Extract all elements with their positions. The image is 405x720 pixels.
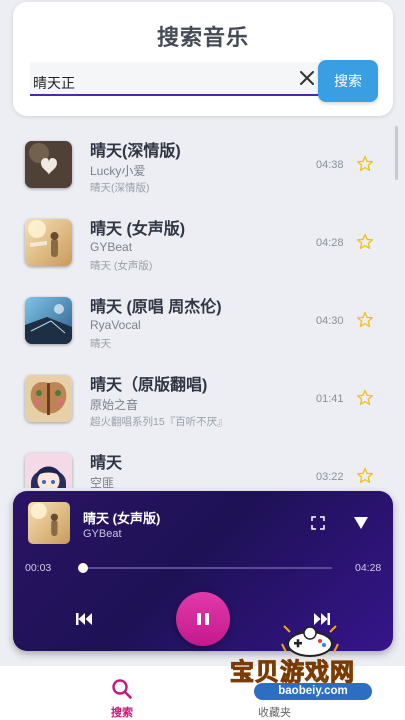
star-icon[interactable] [356, 233, 374, 251]
star-icon[interactable] [356, 467, 374, 485]
song-duration: 04:38 [316, 159, 344, 171]
song-title: 晴天 (原唱 周杰伦) [90, 299, 222, 316]
progress-thumb[interactable] [77, 563, 88, 573]
song-artist: 原始之音 [90, 398, 139, 412]
album-cover [25, 297, 72, 344]
progress-bar[interactable] [77, 563, 332, 573]
search-card: 搜索音乐 晴天正 搜索 [13, 2, 393, 116]
song-artist: 空匪 [90, 476, 115, 488]
pause-icon [197, 613, 209, 625]
search-input[interactable]: 晴天正 [30, 62, 320, 96]
song-list-item[interactable]: 晴天 (原唱 周杰伦) RyaVocal 晴天 04:30 [0, 284, 400, 362]
star-icon[interactable] [356, 311, 374, 329]
now-playing-cover [28, 502, 70, 544]
chevron-down-icon[interactable] [353, 516, 369, 530]
list-scrollbar[interactable] [395, 126, 398, 180]
nav-search-label: 搜索 [111, 707, 133, 719]
pause-button[interactable] [176, 592, 230, 646]
album-cover [25, 219, 72, 266]
song-duration: 01:41 [316, 393, 344, 405]
song-album: 超火翻唱系列15『百听不厌』 [90, 416, 228, 428]
song-title: 晴天 [90, 455, 123, 472]
song-duration: 04:28 [316, 237, 344, 249]
current-time: 00:03 [25, 562, 52, 574]
song-list-item[interactable]: 晴天（原版翻唱) 原始之音 超火翻唱系列15『百听不厌』 01:41 [0, 362, 400, 440]
star-icon[interactable] [356, 155, 374, 173]
song-artist: GYBeat [90, 240, 133, 254]
song-album: 晴天(深情版) [90, 182, 150, 194]
song-list: 晴天(深情版) Lucky小爱 晴天(深情版) 04:38 晴天 (女声版) G… [0, 128, 405, 488]
song-title: 晴天(深情版) [90, 143, 181, 160]
song-list-item[interactable]: 晴天(深情版) Lucky小爱 晴天(深情版) 04:38 [0, 128, 400, 206]
watermark-text: 宝贝游戏网 [230, 659, 355, 687]
watermark-url: baobeiy.com [254, 683, 372, 700]
clear-icon[interactable] [298, 69, 316, 87]
previous-icon[interactable] [75, 612, 93, 626]
song-artist: Lucky小爱 [90, 164, 146, 178]
search-button[interactable]: 搜索 [318, 60, 378, 102]
now-playing-title: 晴天 (女声版) [83, 511, 161, 526]
search-icon [112, 679, 132, 699]
song-list-item[interactable]: 晴天 (女声版) GYBeat 晴天 (女声版) 04:28 [0, 206, 400, 284]
page-title: 搜索音乐 [156, 25, 249, 50]
song-list-item[interactable]: 晴天 空匪 03:22 [0, 440, 400, 488]
album-cover [25, 453, 72, 488]
watermark: 宝贝游戏网 baobeiy.com [226, 625, 398, 716]
song-title: 晴天（原版翻唱) [90, 377, 208, 394]
album-cover [25, 375, 72, 422]
song-duration: 03:22 [316, 471, 344, 483]
song-album: 晴天 [90, 338, 111, 350]
album-cover [25, 141, 72, 188]
star-icon[interactable] [356, 389, 374, 407]
fullscreen-icon[interactable] [311, 516, 325, 530]
song-artist: RyaVocal [90, 318, 141, 332]
song-title: 晴天 (女声版) [90, 221, 186, 238]
now-playing-artist: GYBeat [83, 528, 122, 540]
song-album: 晴天 (女声版) [90, 260, 153, 272]
nav-tab-search[interactable]: 搜索 [99, 672, 145, 719]
song-duration: 04:30 [316, 315, 344, 327]
search-input-value: 晴天正 [33, 75, 75, 91]
total-time: 04:28 [355, 562, 382, 574]
